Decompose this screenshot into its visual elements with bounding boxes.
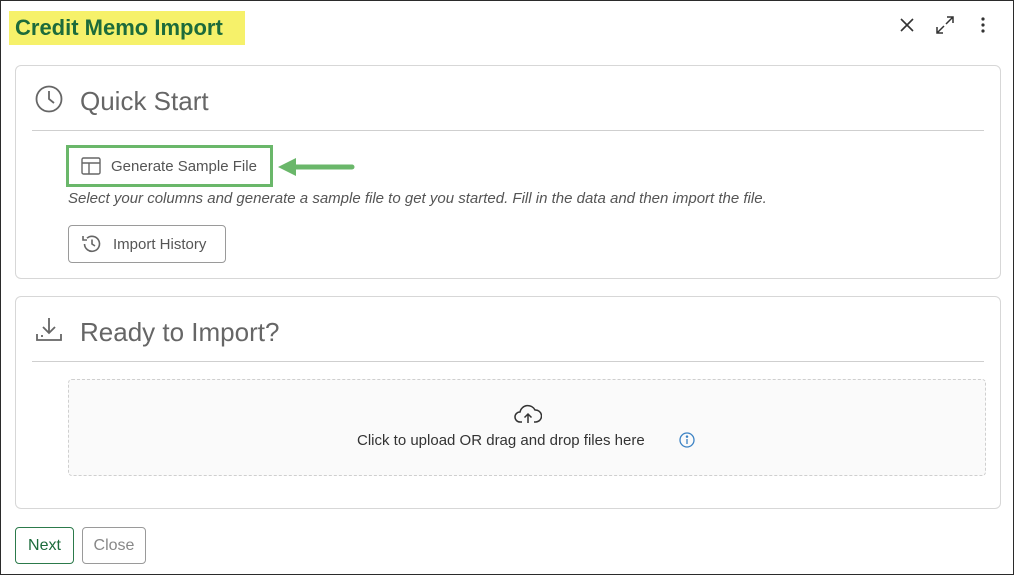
header-actions [895, 13, 995, 37]
info-icon[interactable] [679, 432, 695, 453]
upload-dropzone[interactable]: Click to upload OR drag and drop files h… [68, 379, 986, 476]
history-icon [81, 233, 103, 255]
next-button[interactable]: Next [15, 527, 74, 564]
ready-header: Ready to Import? [34, 315, 279, 350]
help-text: Select your columns and generate a sampl… [68, 190, 767, 207]
divider [32, 130, 984, 131]
history-label: Import History [113, 235, 207, 253]
more-vertical-icon[interactable] [971, 13, 995, 37]
dropzone-text: Click to upload OR drag and drop files h… [357, 432, 645, 449]
generate-highlight-box: Generate Sample File [66, 145, 273, 187]
divider [32, 361, 984, 362]
close-icon[interactable] [895, 13, 919, 37]
table-layout-icon [81, 157, 101, 175]
dialog: Credit Memo Import Quick Start Generate … [0, 0, 1014, 575]
ready-to-import-card: Ready to Import? Click to upload OR drag… [15, 296, 1001, 509]
expand-icon[interactable] [933, 13, 957, 37]
generate-label: Generate Sample File [111, 157, 257, 175]
pointer-arrow-icon [278, 158, 355, 176]
quick-start-title: Quick Start [80, 86, 209, 116]
download-tray-icon [34, 315, 64, 350]
ready-title: Ready to Import? [80, 317, 280, 347]
quick-start-header: Quick Start [34, 84, 209, 119]
quick-start-card: Quick Start Generate Sample File Select … [15, 65, 1001, 279]
close-button[interactable]: Close [82, 527, 146, 564]
cloud-upload-icon [514, 404, 543, 429]
import-history-button[interactable]: Import History [68, 225, 226, 263]
dialog-title: Credit Memo Import [9, 11, 245, 45]
generate-sample-file-button[interactable]: Generate Sample File [69, 148, 270, 184]
clock-icon [34, 84, 64, 119]
